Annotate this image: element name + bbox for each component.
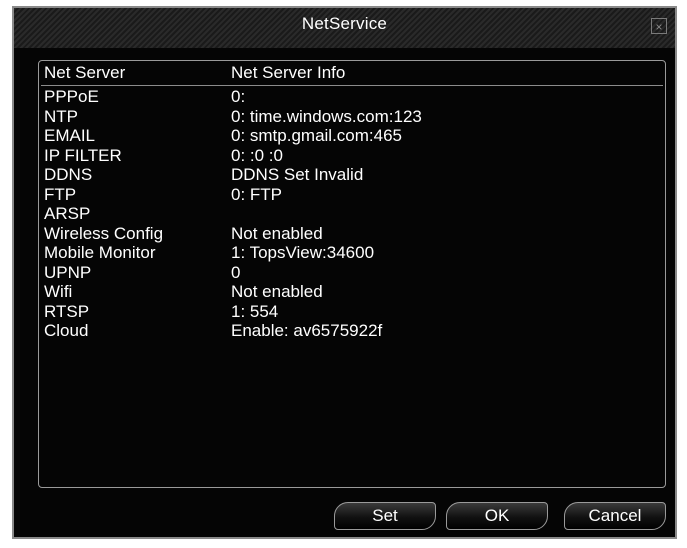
table-row[interactable]: ARSP [41,204,663,224]
table-row[interactable]: NTP 0: time.windows.com:123 [41,107,663,127]
netservice-dialog: NetService × Net Server Net Server Info … [12,6,677,539]
row-info: 1: TopsView:34600 [231,243,375,262]
row-name: Mobile Monitor [44,243,156,262]
button-bar: Set OK Cancel [14,502,675,532]
row-info: Not enabled [231,223,323,243]
table-row[interactable]: Mobile Monitor 1: TopsView:34600 [41,243,663,263]
table-row[interactable]: RTSP 1: 554 [41,302,663,322]
row-name: PPPoE [44,87,99,106]
table-row[interactable]: FTP 0: FTP [41,185,663,205]
ok-button[interactable]: OK [446,502,548,530]
row-name: RTSP [44,301,90,321]
table-row[interactable]: Cloud Enable: av6575922f [41,321,663,341]
row-name: NTP [44,106,78,126]
row-name: Wireless Config [44,223,164,243]
row-name: EMAIL [44,126,96,145]
row-name: DDNS [44,165,93,184]
close-icon[interactable]: × [651,18,667,34]
row-info: 0: [231,87,246,106]
row-info: 0 [231,262,241,282]
table-row[interactable]: Wifi Not enabled [41,282,663,302]
row-info: 0: :0 :0 [231,145,283,165]
row-info: Enable: av6575922f [231,321,383,340]
table-row[interactable]: UPNP 0 [41,263,663,283]
row-info: 1: 554 [231,301,279,321]
row-info: 0: time.windows.com:123 [231,106,422,126]
net-service-list: Net Server Net Server Info PPPoE 0: NTP … [38,60,666,488]
table-row[interactable]: IP FILTER 0: :0 :0 [41,146,663,166]
row-info: Not enabled [231,282,323,301]
header-net-server: Net Server [44,63,126,82]
row-name: IP FILTER [44,145,122,165]
row-name: FTP [44,184,77,204]
title-bar[interactable]: NetService × [14,8,675,48]
table-header: Net Server Net Server Info [41,63,663,86]
header-net-server-info: Net Server Info [231,63,346,82]
row-name: ARSP [44,204,91,223]
table-row[interactable]: DDNS DDNS Set Invalid [41,165,663,185]
dialog-title: NetService [301,14,388,33]
row-name: Wifi [44,282,73,301]
cancel-button[interactable]: Cancel [564,502,666,530]
table-row[interactable]: PPPoE 0: [41,87,663,107]
row-name: UPNP [44,262,92,282]
row-info: 0: smtp.gmail.com:465 [231,126,403,145]
set-button[interactable]: Set [334,502,436,530]
table-row[interactable]: Wireless Config Not enabled [41,224,663,244]
table-body: PPPoE 0: NTP 0: time.windows.com:123 EMA… [41,87,663,341]
row-name: Cloud [44,321,89,340]
row-info: DDNS Set Invalid [231,165,364,184]
table-row[interactable]: EMAIL 0: smtp.gmail.com:465 [41,126,663,146]
row-info: 0: FTP [231,184,283,204]
